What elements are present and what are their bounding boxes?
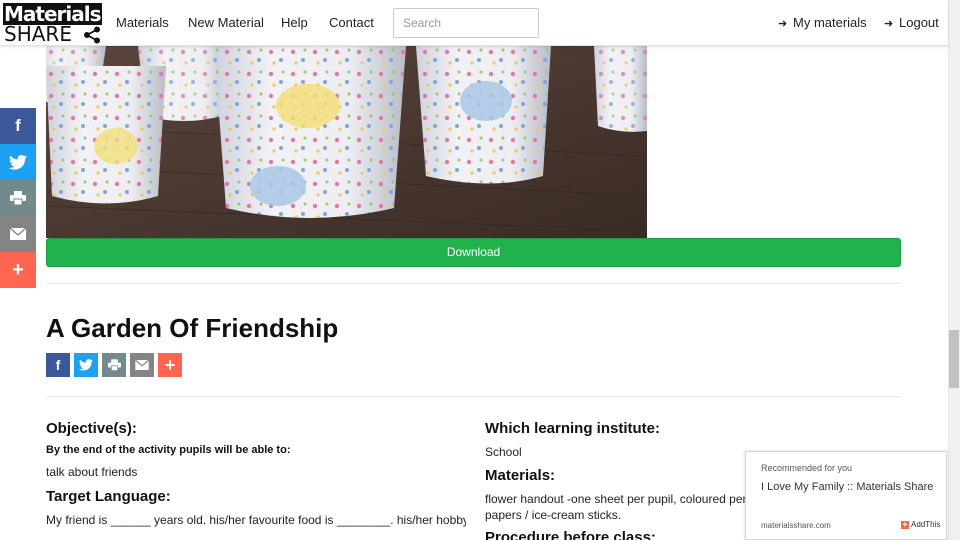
page-title: A Garden Of Friendship — [46, 313, 339, 343]
top-navbar: Materials SHARE Materials New Material H… — [0, 0, 948, 46]
plus-icon: + — [164, 354, 176, 375]
email-icon — [135, 360, 149, 370]
print-icon — [10, 191, 26, 205]
page-scrollbar-track[interactable] — [948, 0, 960, 540]
floating-share-sidebar: f + — [0, 108, 36, 288]
print-share-button[interactable] — [0, 180, 36, 216]
recommended-domain: materialsshare.com — [761, 521, 831, 530]
materials-text-line2: papers / ice-cream sticks. — [485, 508, 622, 522]
learning-institute-value: School — [485, 445, 522, 459]
email-share-small-button[interactable] — [130, 353, 154, 377]
facebook-share-button[interactable]: f — [0, 108, 36, 144]
my-materials-label: My materials — [793, 15, 867, 30]
site-logo[interactable]: Materials SHARE — [3, 3, 103, 45]
target-language-text-continued: ______ — [46, 533, 86, 540]
email-icon — [10, 228, 26, 240]
addthis-label: AddThis — [911, 520, 941, 529]
logout-label: Logout — [899, 15, 939, 30]
materials-heading: Materials: — [485, 467, 556, 484]
logout-link[interactable]: ➜ Logout — [884, 15, 939, 30]
share-icon — [84, 26, 100, 44]
materials-text-line1: flower handout -one sheet per pupil, col… — [485, 492, 750, 506]
addthis-link[interactable]: + AddThis — [901, 520, 940, 529]
addthis-icon: + — [901, 520, 909, 529]
recommended-item-link[interactable]: I Love My Family :: Materials Share — [761, 481, 933, 493]
twitter-share-button[interactable] — [0, 144, 36, 180]
material-photo — [46, 46, 647, 238]
more-share-small-button[interactable]: + — [158, 353, 182, 377]
my-materials-link[interactable]: ➜ My materials — [778, 15, 867, 30]
print-icon — [107, 359, 121, 371]
nav-new-material-link[interactable]: New Material — [188, 15, 264, 30]
objectives-subheading: By the end of the activity pupils will b… — [46, 444, 291, 456]
facebook-icon: f — [15, 116, 21, 135]
download-button[interactable]: Download — [46, 238, 901, 267]
page-scrollbar-thumb[interactable] — [949, 330, 959, 388]
inline-share-buttons: f + — [46, 353, 182, 377]
objectives-heading: Objective(s): — [46, 420, 137, 437]
recommended-popup: Recommended for you I Love My Family :: … — [745, 451, 947, 540]
learning-institute-heading: Which learning institute: — [485, 420, 660, 437]
logo-share-text: SHARE — [4, 22, 72, 46]
nav-materials-link[interactable]: Materials — [116, 15, 169, 30]
procedure-heading: Procedure before class: — [485, 529, 656, 540]
twitter-share-small-button[interactable] — [74, 353, 98, 377]
divider — [46, 283, 901, 284]
more-share-button[interactable]: + — [0, 252, 36, 288]
paper-cups-image — [46, 46, 647, 238]
nav-contact-link[interactable]: Contact — [329, 15, 374, 30]
target-language-text: My friend is ______ years old. his/her f… — [46, 513, 466, 527]
target-language-heading: Target Language: — [46, 488, 171, 505]
divider — [46, 396, 901, 397]
email-share-button[interactable] — [0, 216, 36, 252]
facebook-share-small-button[interactable]: f — [46, 353, 70, 377]
twitter-icon — [9, 154, 27, 170]
objectives-text: talk about friends — [46, 465, 138, 479]
search-input[interactable] — [393, 8, 539, 38]
sign-out-icon: ➜ — [884, 18, 894, 30]
print-share-small-button[interactable] — [102, 353, 126, 377]
twitter-icon — [79, 359, 93, 371]
plus-icon: + — [12, 258, 24, 281]
recommended-label: Recommended for you — [761, 463, 853, 473]
nav-help-link[interactable]: Help — [281, 15, 308, 30]
sign-in-icon: ➜ — [778, 18, 788, 30]
facebook-icon: f — [55, 357, 61, 373]
